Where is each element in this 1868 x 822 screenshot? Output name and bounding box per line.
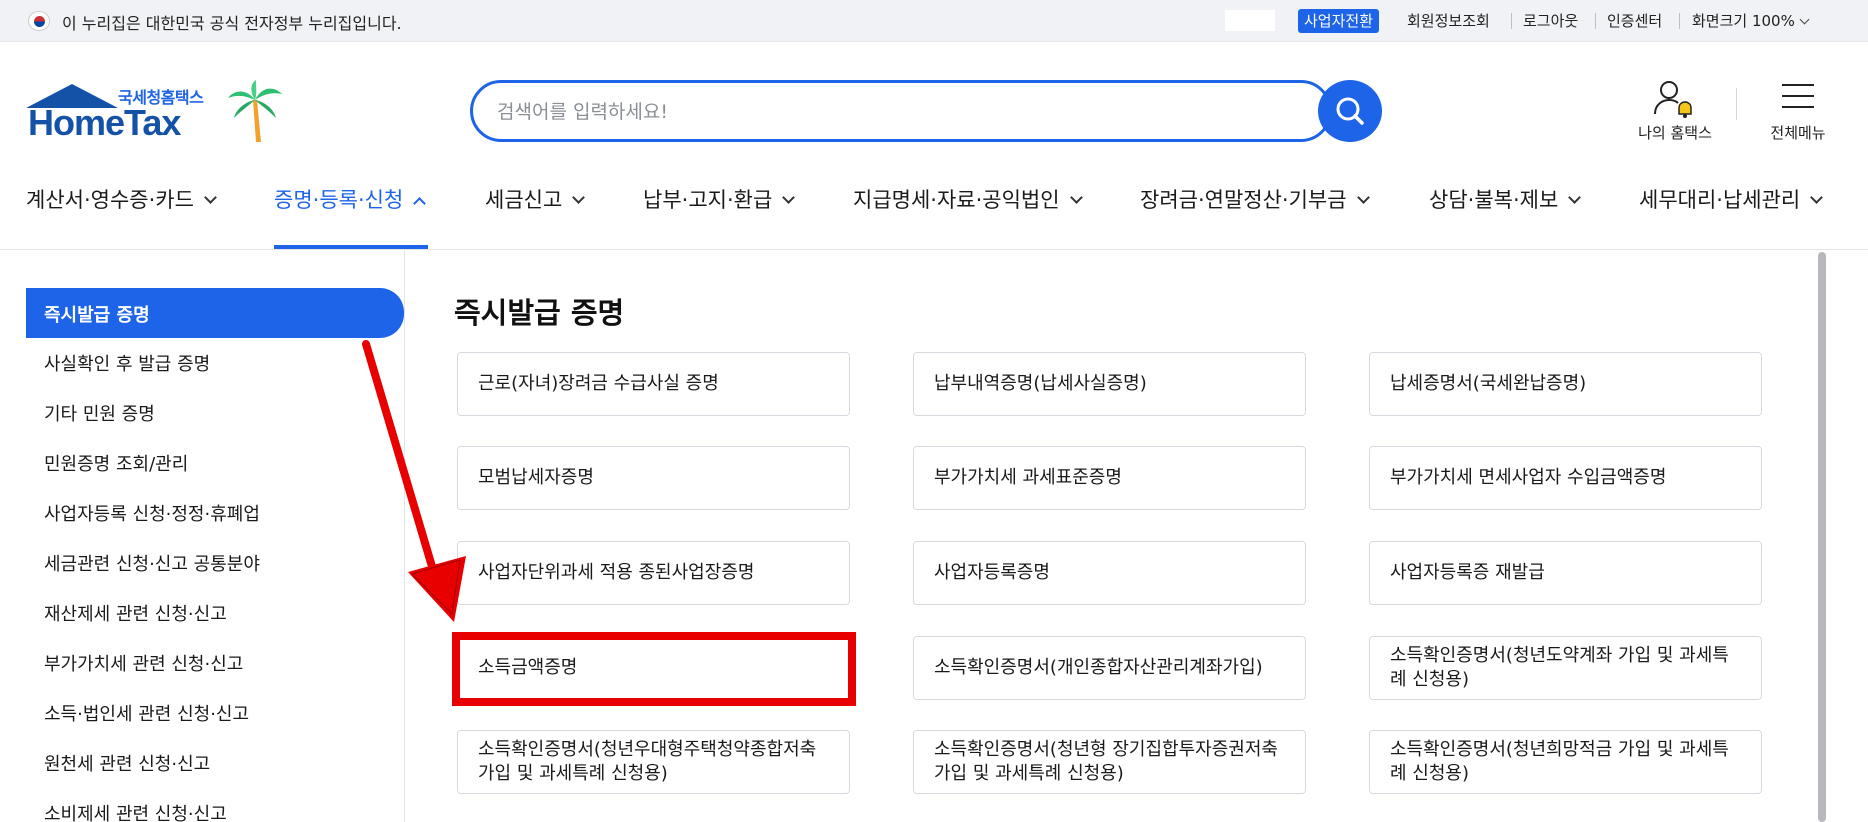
gov-banner-text: 이 누리집은 대한민국 공식 전자정부 누리집입니다. (62, 14, 402, 33)
all-menu-button[interactable]: 전체메뉴 (1758, 78, 1838, 144)
gnb-item-label: 세무대리·납세관리 (1639, 188, 1801, 212)
gnb-item-tax-agent[interactable]: 세무대리·납세관리 (1639, 184, 1824, 214)
certificate-card[interactable]: 사업자등록증명 (913, 541, 1306, 605)
sidebar-item-vat[interactable]: 부가가치세 관련 신청·신고 (44, 650, 243, 676)
page-title: 즉시발급 증명 (454, 296, 625, 330)
chevron-down-icon (782, 191, 796, 204)
gnb-item-label: 증명·등록·신청 (274, 188, 404, 212)
chevron-down-icon (1069, 191, 1083, 204)
gnb-item-incentive-yearend[interactable]: 장려금·연말정산·기부금 (1140, 184, 1370, 214)
gnb-item-certificate-registration[interactable]: 증명·등록·신청 (274, 184, 427, 214)
gnb-item-payment-statement[interactable]: 지급명세·자료·공익법인 (853, 184, 1083, 214)
gnb-item-payment-refund[interactable]: 납부·고지·환급 (643, 184, 796, 214)
palm-tree-icon (228, 80, 282, 142)
certificate-card[interactable]: 납세증명서(국세완납증명) (1369, 352, 1762, 416)
certificate-card[interactable]: 소득확인증명서(청년우대형주택청약종합저축 가입 및 과세특례 신청용) (457, 730, 850, 794)
chevron-down-icon (572, 191, 586, 204)
chevron-down-icon (1568, 191, 1582, 204)
certificate-card[interactable]: 소득확인증명서(개인종합자산관리계좌가입) (913, 636, 1306, 700)
certificate-card[interactable]: 모범납세자증명 (457, 446, 850, 510)
sidebar-item-income-corporate-tax[interactable]: 소득·법인세 관련 신청·신고 (44, 700, 249, 726)
card-label: 소득확인증명서(청년희망적금 가입 및 과세특례 신청용) (1390, 739, 1729, 784)
all-menu-label: 전체메뉴 (1770, 124, 1826, 142)
divider (1736, 88, 1737, 120)
search-box (470, 80, 1332, 142)
chevron-up-icon (413, 197, 427, 210)
card-label: 근로(자녀)장려금 수급사실 증명 (478, 373, 719, 394)
logo-english-text: HomeTax (28, 102, 181, 143)
sidebar-item-consumption-tax[interactable]: 소비제세 관련 신청·신고 (44, 800, 227, 822)
card-label: 부가가치세 과세표준증명 (934, 467, 1122, 488)
gnb-item-label: 장려금·연말정산·기부금 (1140, 188, 1347, 212)
my-hometax-label: 나의 홈택스 (1638, 124, 1712, 142)
sidebar-item-withholding-tax[interactable]: 원천세 관련 신청·신고 (44, 750, 210, 776)
card-label: 부가가치세 면세사업자 수입금액증명 (1390, 467, 1667, 488)
korea-flag-icon (28, 11, 50, 31)
chevron-down-icon (204, 191, 217, 204)
search-icon (1336, 97, 1364, 125)
certificate-card[interactable]: 사업자단위과세 적용 종된사업장증명 (457, 541, 850, 605)
sidebar: 즉시발급 증명 사실확인 후 발급 증명 기타 민원 증명 민원증명 조회/관리… (0, 250, 405, 822)
card-label: 소득확인증명서(청년도약계좌 가입 및 과세특례 신청용) (1390, 645, 1729, 690)
card-label: 사업자등록증 재발급 (1390, 562, 1545, 583)
scrollbar[interactable] (1818, 252, 1826, 822)
certificate-card[interactable]: 근로(자녀)장려금 수급사실 증명 (457, 352, 850, 416)
divider (1595, 13, 1596, 29)
gnb-item-label: 계산서·영수증·카드 (26, 188, 194, 212)
certificate-card[interactable]: 부가가치세 과세표준증명 (913, 446, 1306, 510)
chevron-down-icon (1810, 191, 1824, 204)
card-label: 소득확인증명서(개인종합자산관리계좌가입) (934, 657, 1263, 678)
sidebar-item-business-registration[interactable]: 사업자등록 신청·정정·휴폐업 (44, 500, 260, 526)
gov-banner: 이 누리집은 대한민국 공식 전자정부 누리집입니다. 사업자전환 회원정보조회… (0, 0, 1868, 42)
card-label: 사업자단위과세 적용 종된사업장증명 (478, 562, 755, 583)
certificate-card[interactable]: 소득확인증명서(청년희망적금 가입 및 과세특례 신청용) (1369, 730, 1762, 794)
gnb-item-consult-appeal[interactable]: 상담·불복·제보 (1429, 184, 1582, 214)
certificate-center-link[interactable]: 인증센터 (1607, 10, 1662, 31)
zoom-dropdown[interactable]: 화면크기 100% (1692, 10, 1810, 31)
hamburger-icon (1782, 82, 1814, 110)
gnb-item-invoice-receipt-card[interactable]: 계산서·영수증·카드 (26, 184, 217, 214)
certificate-card[interactable]: 소득확인증명서(청년형 장기집합투자증권저축 가입 및 과세특례 신청용) (913, 730, 1306, 794)
divider (1679, 13, 1680, 29)
sidebar-item-other-civil-certificate[interactable]: 기타 민원 증명 (44, 400, 155, 426)
sidebar-item-fact-check-certificate[interactable]: 사실확인 후 발급 증명 (44, 350, 210, 376)
sidebar-item-civil-lookup[interactable]: 민원증명 조회/관리 (44, 450, 188, 476)
search-button[interactable] (1318, 80, 1382, 142)
chevron-down-icon (1356, 191, 1370, 204)
card-label: 소득확인증명서(청년우대형주택청약종합저축 가입 및 과세특례 신청용) (478, 739, 817, 784)
search-input[interactable] (497, 97, 1257, 127)
sidebar-item-tax-common[interactable]: 세금관련 신청·신고 공통분야 (44, 550, 260, 576)
business-switch-button[interactable]: 사업자전환 (1298, 9, 1380, 33)
sidebar-item-property-tax[interactable]: 재산제세 관련 신청·신고 (44, 600, 227, 626)
active-tab-indicator (274, 245, 428, 249)
blank-box (1225, 10, 1275, 31)
highlight-box (452, 632, 856, 706)
certificate-card[interactable]: 부가가치세 면세사업자 수입금액증명 (1369, 446, 1762, 510)
gnb-item-tax-filing[interactable]: 세금신고 (485, 184, 586, 214)
main-navigation: 계산서·영수증·카드 증명·등록·신청 세금신고 납부·고지·환급 지급명세·자… (0, 170, 1868, 250)
sidebar-item-label: 즉시발급 증명 (44, 305, 150, 326)
logout-link[interactable]: 로그아웃 (1523, 10, 1578, 31)
gnb-item-label: 세금신고 (485, 188, 563, 212)
card-label: 납부내역증명(납세사실증명) (934, 373, 1147, 394)
card-label: 소득확인증명서(청년형 장기집합투자증권저축 가입 및 과세특례 신청용) (934, 739, 1278, 784)
gnb-item-label: 지급명세·자료·공익법인 (853, 188, 1060, 212)
card-label: 모범납세자증명 (478, 467, 594, 488)
certificate-card[interactable]: 납부내역증명(납세사실증명) (913, 352, 1306, 416)
certificate-card[interactable]: 사업자등록증 재발급 (1369, 541, 1762, 605)
user-bell-icon (1654, 81, 1692, 118)
card-label: 사업자등록증명 (934, 562, 1050, 583)
gnb-item-label: 납부·고지·환급 (643, 188, 773, 212)
hometax-logo[interactable]: 국세청홈택스 HomeTax (26, 80, 286, 150)
certificate-card[interactable]: 소득확인증명서(청년도약계좌 가입 및 과세특례 신청용) (1369, 636, 1762, 700)
sidebar-item-instant-certificate[interactable]: 즉시발급 증명 (26, 288, 404, 338)
card-label: 납세증명서(국세완납증명) (1390, 373, 1587, 394)
member-info-link[interactable]: 회원정보조회 (1407, 10, 1490, 31)
divider (1511, 13, 1512, 29)
my-hometax-button[interactable]: 나의 홈택스 (1625, 78, 1725, 144)
gnb-item-label: 상담·불복·제보 (1429, 188, 1559, 212)
zoom-label: 화면크기 100% (1692, 12, 1795, 30)
chevron-down-icon (1799, 14, 1810, 25)
